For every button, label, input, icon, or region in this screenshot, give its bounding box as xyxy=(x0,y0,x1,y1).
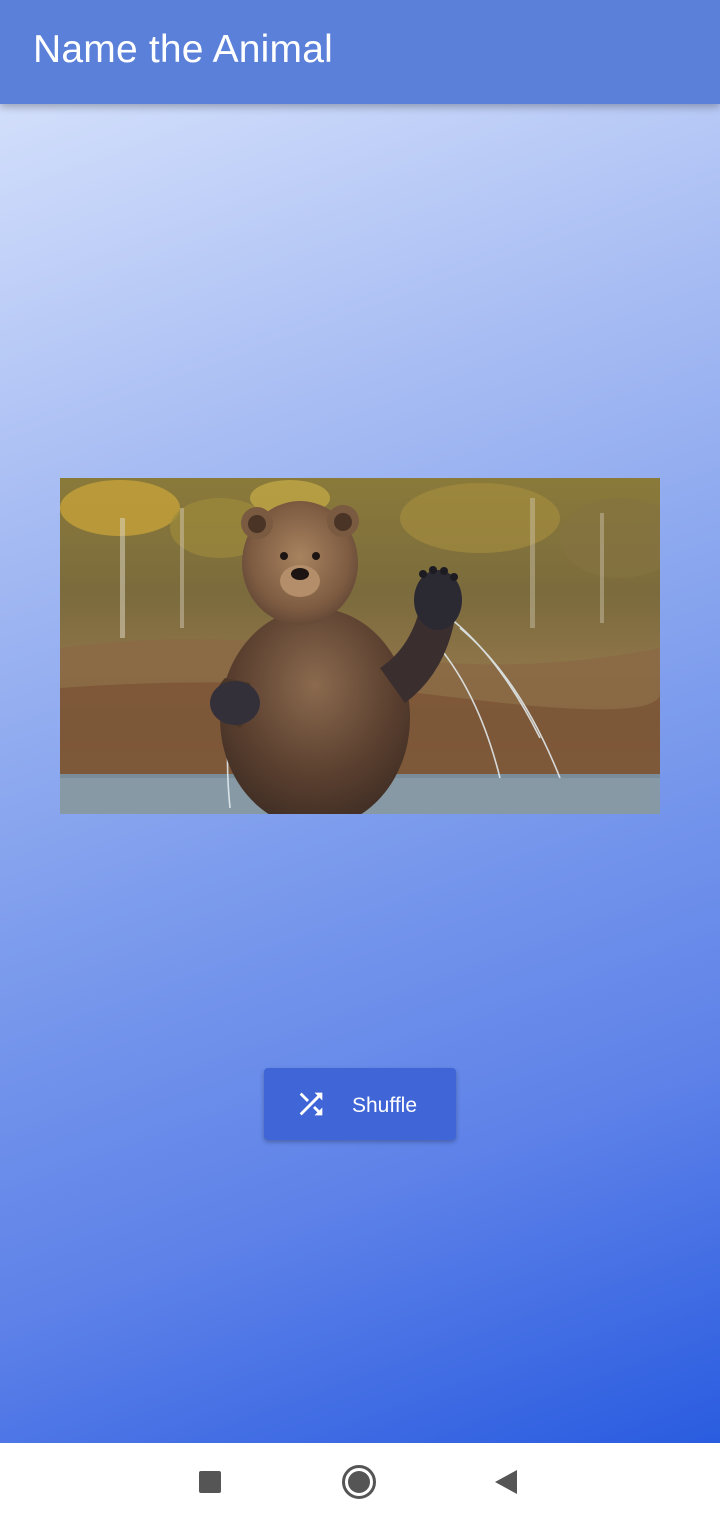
app-title: Name the Animal xyxy=(33,28,333,71)
square-recents-icon xyxy=(199,1471,221,1493)
app-body: Name the Animal Shuffle xyxy=(0,0,720,1443)
app-bar: Name the Animal xyxy=(0,0,720,104)
recents-button[interactable] xyxy=(188,1460,232,1504)
shuffle-button[interactable]: Shuffle xyxy=(264,1068,456,1140)
animal-image xyxy=(60,478,660,814)
shuffle-icon xyxy=(299,1092,323,1116)
circle-home-icon xyxy=(342,1465,376,1499)
back-button[interactable] xyxy=(484,1460,528,1504)
app-screen: Name the Animal Shuffle xyxy=(0,0,720,1522)
home-button[interactable] xyxy=(337,1460,381,1504)
system-nav-bar xyxy=(0,1443,720,1522)
triangle-back-icon xyxy=(495,1470,517,1494)
shuffle-button-label: Shuffle xyxy=(352,1094,417,1117)
